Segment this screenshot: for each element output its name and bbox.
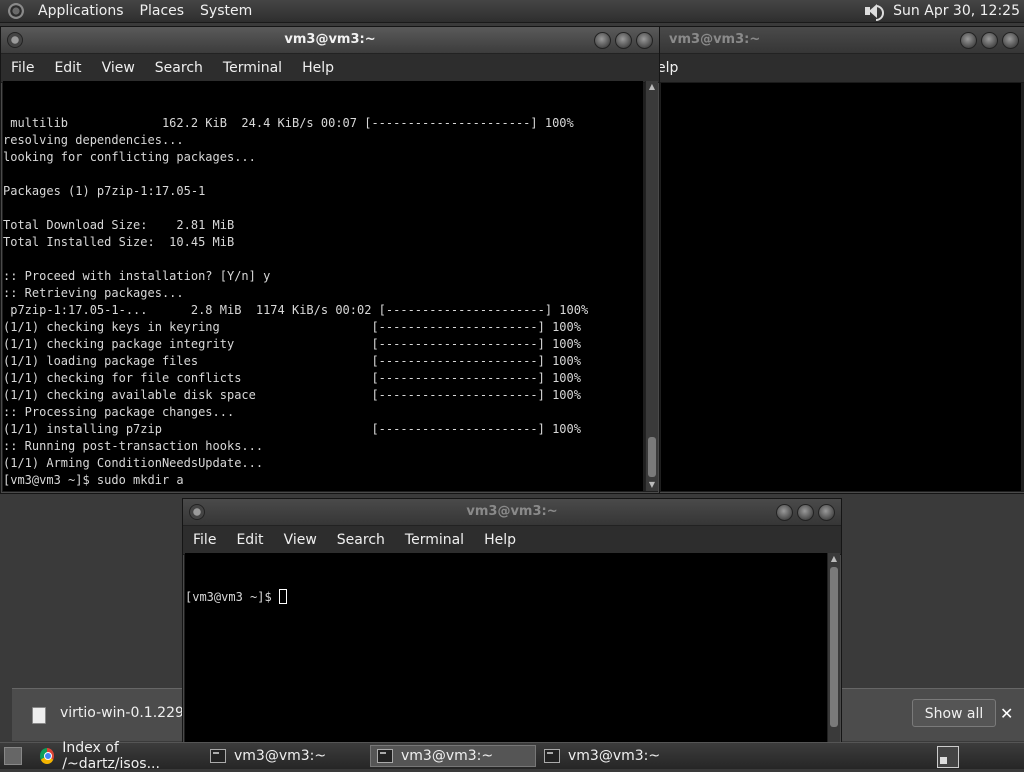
scroll-up-icon[interactable]: ▲ <box>646 81 658 93</box>
window-title: vm3@vm3:~ <box>466 504 558 519</box>
show-all-button[interactable]: Show all <box>912 699 996 727</box>
main-terminal-output[interactable]: multilib 162.2 KiB 24.4 KiB/s 00:07 [---… <box>3 81 643 491</box>
task-label: vm3@vm3:~ <box>234 748 327 764</box>
menu-search[interactable]: Search <box>145 54 213 82</box>
close-shelf-icon[interactable]: ✕ <box>1000 704 1013 723</box>
terminal-line: :: Proceed with installation? [Y/n] y <box>3 269 271 283</box>
terminal-line: Total Installed Size: 10.45 MiB <box>3 235 235 249</box>
minimize-button[interactable] <box>776 504 793 521</box>
terminal-line: Total Download Size: 2.81 MiB <box>3 218 235 232</box>
task-terminal-1[interactable]: vm3@vm3:~ <box>204 745 370 767</box>
terminal-line: (1/1) Arming ConditionNeedsUpdate... <box>3 456 264 470</box>
terminal-line: :: Processing package changes... <box>3 405 235 419</box>
scroll-thumb[interactable] <box>830 567 838 727</box>
right-terminal-menubar: elp <box>657 54 1024 83</box>
menu-terminal[interactable]: Terminal <box>395 526 474 554</box>
main-terminal-scrollbar[interactable]: ▲ ▼ <box>645 81 658 491</box>
terminal-cursor <box>278 589 287 604</box>
workspace-switcher-icon[interactable] <box>937 746 959 768</box>
terminal-prompt: [vm3@vm3 ~]$ <box>185 590 279 604</box>
minimize-button[interactable] <box>594 32 611 49</box>
maximize-button[interactable] <box>797 504 814 521</box>
download-item-name[interactable]: virtio-win-0.1.229.is <box>60 705 200 721</box>
bottom-terminal-titlebar[interactable]: vm3@vm3:~ <box>183 499 841 526</box>
terminal-line: :: Retrieving packages... <box>3 286 184 300</box>
menu-help[interactable]: Help <box>292 54 344 82</box>
terminal-icon <box>544 749 560 763</box>
terminal-line: [vm3@vm3 ~]$ sudo mkdir a <box>3 473 184 487</box>
main-terminal-menubar: File Edit View Search Terminal Help <box>1 54 659 83</box>
terminal-line: (1/1) checking package integrity [------… <box>3 337 581 351</box>
applications-menu[interactable]: Applications <box>30 0 132 22</box>
task-terminal-2[interactable]: vm3@vm3:~ <box>370 745 536 767</box>
menu-view[interactable]: View <box>92 54 145 82</box>
close-button[interactable] <box>818 504 835 521</box>
system-menu[interactable]: System <box>192 0 260 22</box>
menu-edit[interactable]: Edit <box>226 526 273 554</box>
right-terminal-window[interactable]: vm3@vm3:~ elp <box>656 26 1024 494</box>
close-button[interactable] <box>636 32 653 49</box>
right-terminal-output[interactable] <box>661 83 1021 491</box>
show-desktop-icon[interactable] <box>4 747 22 765</box>
bottom-terminal-window[interactable]: vm3@vm3:~ File Edit View Search Terminal… <box>182 498 842 746</box>
terminal-line: Packages (1) p7zip-1:17.05-1 <box>3 184 206 198</box>
chrome-icon <box>40 748 55 764</box>
task-label: Index of /~dartz/isos... <box>62 740 160 772</box>
minimize-button[interactable] <box>960 32 977 49</box>
menu-edit[interactable]: Edit <box>44 54 91 82</box>
terminal-line: multilib 162.2 KiB 24.4 KiB/s 00:07 [---… <box>3 116 574 130</box>
terminal-line: (1/1) checking keys in keyring [--------… <box>3 320 581 334</box>
terminal-prompt-line[interactable]: [vm3@vm3 ~]$ <box>185 589 827 606</box>
main-terminal-window[interactable]: vm3@vm3:~ File Edit View Search Terminal… <box>0 26 660 494</box>
terminal-line: [vm3@vm3 ~]$ sudo mount /dev/sda3 a <box>3 489 643 491</box>
terminal-line: (1/1) installing p7zip [----------------… <box>3 422 581 436</box>
file-icon <box>32 707 46 724</box>
places-menu[interactable]: Places <box>132 0 193 22</box>
terminal-line: resolving dependencies... <box>3 133 184 147</box>
menu-view[interactable]: View <box>274 526 327 554</box>
terminal-line: :: Running post-transaction hooks... <box>3 439 264 453</box>
menu-help-partial[interactable]: elp <box>657 54 688 82</box>
scroll-thumb[interactable] <box>648 437 656 477</box>
bottom-panel: Index of /~dartz/isos... vm3@vm3:~ vm3@v… <box>0 740 1024 772</box>
scroll-down-icon[interactable]: ▼ <box>646 479 658 491</box>
menu-file[interactable]: File <box>183 526 226 554</box>
top-panel: Applications Places System Sun Apr 30, 1… <box>0 0 1024 23</box>
terminal-line: p7zip-1:17.05-1-... 2.8 MiB 1174 KiB/s 0… <box>3 303 589 317</box>
bottom-terminal-menubar: File Edit View Search Terminal Help <box>183 526 841 555</box>
volume-icon[interactable] <box>863 2 885 21</box>
right-terminal-titlebar[interactable]: vm3@vm3:~ <box>657 27 1024 54</box>
bottom-terminal-output[interactable]: [vm3@vm3 ~]$ <box>185 553 827 745</box>
menu-search[interactable]: Search <box>327 526 395 554</box>
task-label: vm3@vm3:~ <box>401 748 494 764</box>
task-terminal-3[interactable]: vm3@vm3:~ <box>538 745 704 767</box>
window-title: vm3@vm3:~ <box>284 32 376 47</box>
terminal-line: (1/1) loading package files [-----------… <box>3 354 581 368</box>
terminal-line: (1/1) checking for file conflicts [-----… <box>3 371 581 385</box>
menu-file[interactable]: File <box>1 54 44 82</box>
terminal-icon <box>377 749 393 763</box>
terminal-line: (1/1) checking available disk space [---… <box>3 388 581 402</box>
clock[interactable]: Sun Apr 30, 12:25 <box>887 3 1024 19</box>
task-chrome[interactable]: Index of /~dartz/isos... <box>34 740 204 772</box>
menu-help[interactable]: Help <box>474 526 526 554</box>
main-terminal-titlebar[interactable]: vm3@vm3:~ <box>1 27 659 54</box>
terminal-lines: multilib 162.2 KiB 24.4 KiB/s 00:07 [---… <box>3 115 643 491</box>
maximize-button[interactable] <box>981 32 998 49</box>
terminal-line: looking for conflicting packages... <box>3 150 256 164</box>
maximize-button[interactable] <box>615 32 632 49</box>
scroll-up-icon[interactable]: ▲ <box>828 553 840 565</box>
distro-logo-icon[interactable] <box>8 3 24 19</box>
terminal-icon <box>210 749 226 763</box>
close-button[interactable] <box>1002 32 1019 49</box>
task-label: vm3@vm3:~ <box>568 748 661 764</box>
bottom-terminal-scrollbar[interactable]: ▲ <box>827 553 840 743</box>
menu-terminal[interactable]: Terminal <box>213 54 292 82</box>
